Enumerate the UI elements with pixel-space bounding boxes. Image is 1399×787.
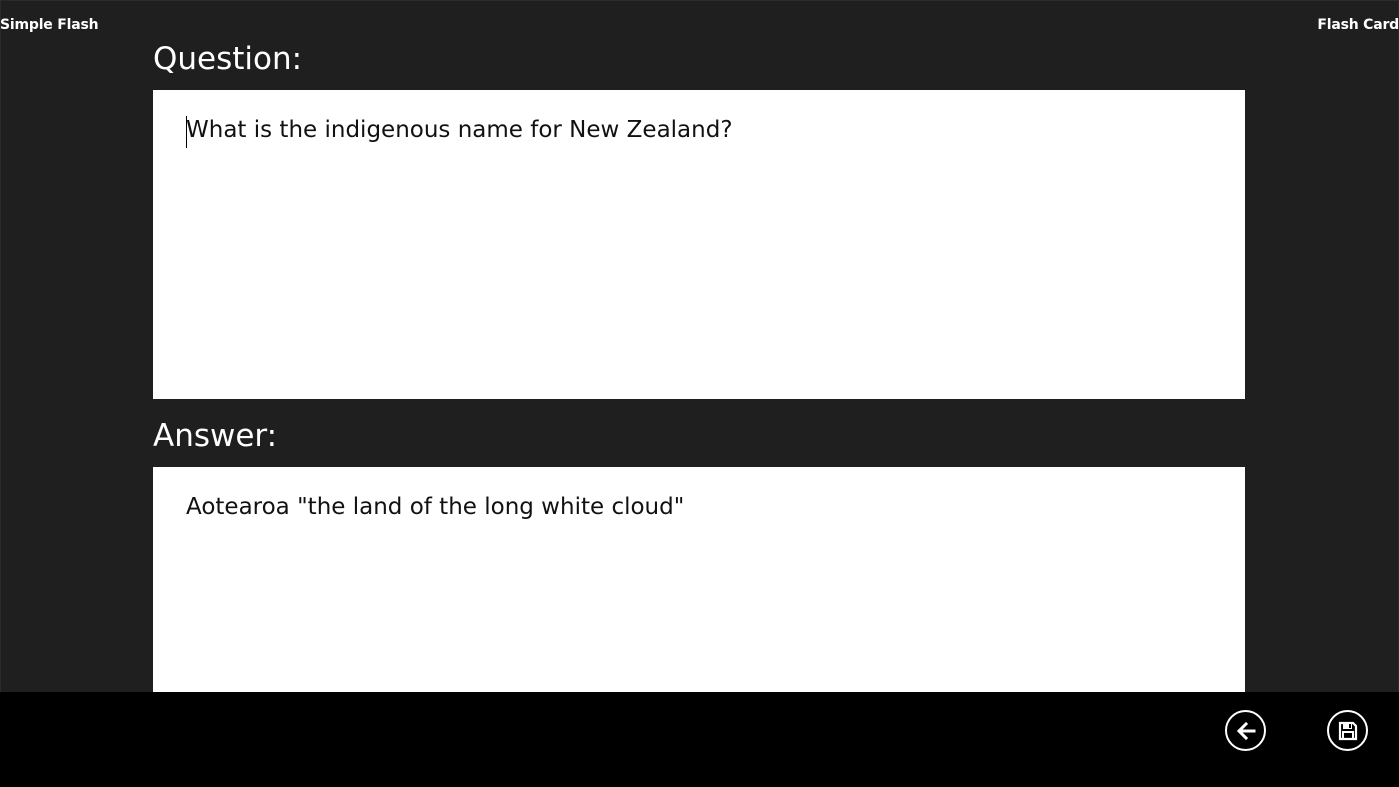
save-icon [1338,721,1357,740]
app-bar [0,692,1399,787]
answer-heading: Answer: [153,418,278,454]
question-input[interactable] [153,90,1245,399]
back-arrow-icon [1236,721,1255,740]
page-label: Flash Card [1317,17,1399,33]
back-button[interactable] [1225,710,1266,751]
question-heading: Question: [153,41,303,77]
app-title: Simple Flash [0,17,99,33]
answer-input[interactable] [153,467,1245,692]
save-button[interactable] [1327,710,1368,751]
text-caret [186,116,187,148]
